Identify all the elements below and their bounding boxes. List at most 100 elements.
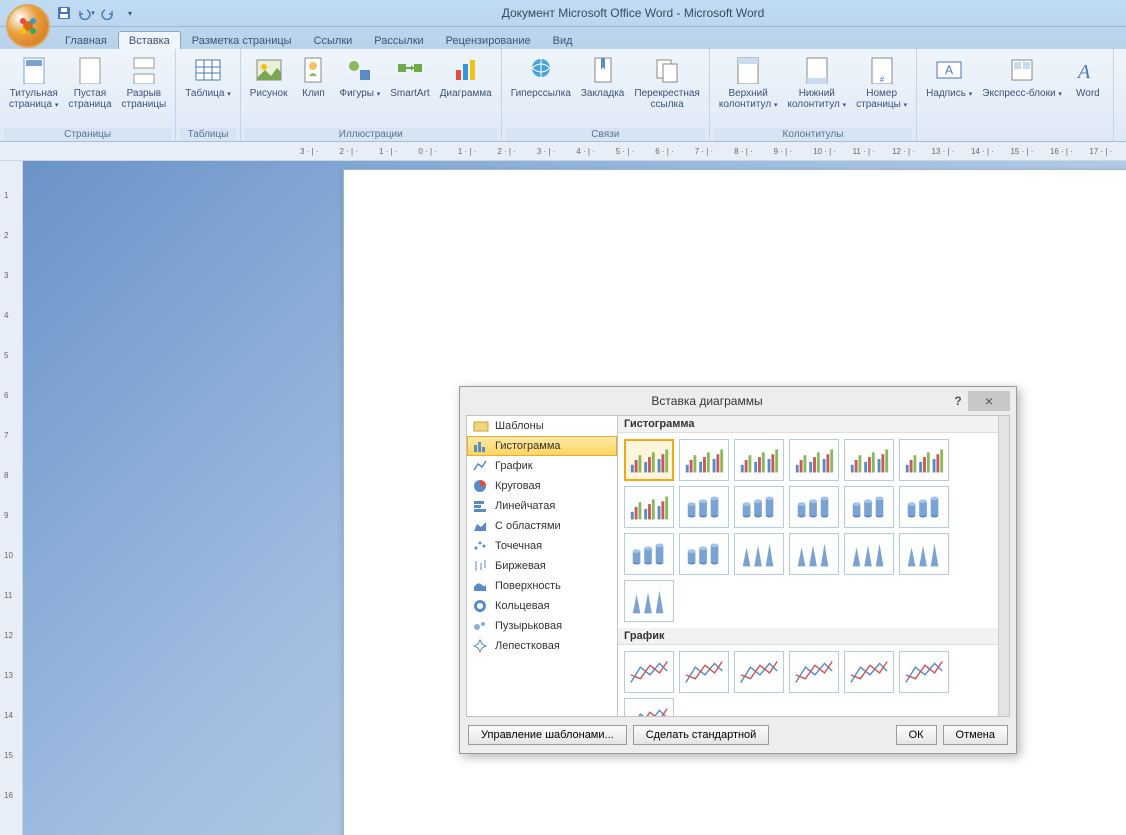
chart-thumb-Гистограмма-3[interactable] bbox=[789, 439, 839, 481]
category-label: Точечная bbox=[495, 540, 542, 552]
Диаграмма-icon bbox=[450, 54, 482, 86]
ribbon-btn-Верхний-колонтитул[interactable]: Верхнийколонтитул ▾ bbox=[714, 51, 783, 114]
chart-thumb-Гистограмма-8[interactable] bbox=[734, 486, 784, 528]
tab-Рецензирование[interactable]: Рецензирование bbox=[435, 31, 542, 49]
chart-thumb-Гистограмма-9[interactable] bbox=[789, 486, 839, 528]
Лепестковая-icon bbox=[473, 639, 489, 653]
category-Поверхность[interactable]: Поверхность bbox=[467, 576, 617, 596]
ribbon-btn-Фигуры[interactable]: Фигуры ▾ bbox=[334, 51, 385, 103]
Клип-icon bbox=[297, 54, 329, 86]
set-default-button[interactable]: Сделать стандартной bbox=[633, 725, 770, 745]
chart-thumb-График-0[interactable] bbox=[624, 651, 674, 693]
vertical-ruler[interactable]: 12345678910111213141516 bbox=[0, 161, 23, 835]
svg-text:A: A bbox=[1076, 61, 1091, 83]
chart-thumb-Гистограмма-10[interactable] bbox=[844, 486, 894, 528]
category-Шаблоны[interactable]: Шаблоны bbox=[467, 416, 617, 436]
gallery-section-Гистограмма: Гистограмма bbox=[618, 416, 998, 433]
svg-text:#: # bbox=[879, 75, 884, 84]
chart-thumb-График-4[interactable] bbox=[844, 651, 894, 693]
category-Биржевая[interactable]: Биржевая bbox=[467, 556, 617, 576]
chart-thumb-Гистограмма-6[interactable] bbox=[624, 486, 674, 528]
Закладка-icon bbox=[587, 54, 619, 86]
ribbon-btn-label: Перекрестнаяссылка bbox=[634, 88, 699, 110]
Word-icon: A bbox=[1072, 54, 1104, 86]
tab-Разметка страницы[interactable]: Разметка страницы bbox=[181, 31, 303, 49]
horizontal-ruler[interactable]: 3 · | · 2 · | · 1 · | · 0 · | · 1 · | · … bbox=[0, 142, 1126, 161]
category-label: Пузырьковая bbox=[495, 620, 562, 632]
chart-thumb-Гистограмма-0[interactable] bbox=[624, 439, 674, 481]
ribbon-btn-Титульная-страница[interactable]: Титульнаястраница ▾ bbox=[4, 51, 63, 114]
ribbon-btn-label: Word bbox=[1076, 88, 1100, 99]
chart-thumb-Гистограмма-4[interactable] bbox=[844, 439, 894, 481]
ribbon-btn-Перекрестная-ссылка[interactable]: Перекрестнаяссылка bbox=[629, 51, 704, 113]
chart-thumb-Гистограмма-11[interactable] bbox=[899, 486, 949, 528]
category-Лепестковая[interactable]: Лепестковая bbox=[467, 636, 617, 656]
ribbon-btn-Word[interactable]: A Word bbox=[1067, 51, 1109, 102]
category-Точечная[interactable]: Точечная bbox=[467, 536, 617, 556]
cancel-button[interactable]: Отмена bbox=[943, 725, 1008, 745]
Фигуры-icon bbox=[344, 54, 376, 86]
chart-thumb-График-1[interactable] bbox=[679, 651, 729, 693]
category-Гистограмма[interactable]: Гистограмма bbox=[467, 436, 617, 456]
category-Круговая[interactable]: Круговая bbox=[467, 476, 617, 496]
chart-thumb-Гистограмма-5[interactable] bbox=[899, 439, 949, 481]
Верхний-icon bbox=[732, 54, 764, 86]
ribbon-btn-Нижний-колонтитул[interactable]: Нижнийколонтитул ▾ bbox=[782, 51, 851, 114]
chart-thumb-Гистограмма-13[interactable] bbox=[679, 533, 729, 575]
ribbon-group-Иллюстрации: РисунокКлипФигуры ▾SmartArtДиаграммаИллю… bbox=[241, 49, 502, 141]
ribbon-btn-Разрыв-страницы[interactable]: Разрывстраницы bbox=[117, 51, 172, 113]
undo-button[interactable]: ▾ bbox=[76, 3, 96, 23]
chart-thumb-Гистограмма-7[interactable] bbox=[679, 486, 729, 528]
chart-thumb-Гистограмма-2[interactable] bbox=[734, 439, 784, 481]
close-button[interactable]: × bbox=[968, 391, 1010, 411]
ribbon-btn-label: Закладка bbox=[581, 88, 624, 99]
ribbon-btn-label: Фигуры ▾ bbox=[339, 88, 380, 100]
workspace: 12345678910111213141516 Вставка диаграмм… bbox=[0, 161, 1126, 835]
ribbon-btn-Гиперссылка[interactable]: Гиперссылка bbox=[506, 51, 576, 102]
chart-thumb-Гистограмма-16[interactable] bbox=[844, 533, 894, 575]
ribbon-btn-SmartArt[interactable]: SmartArt bbox=[385, 51, 434, 102]
ribbon-btn-Номер-страницы[interactable]: #Номерстраницы ▾ bbox=[851, 51, 912, 114]
Таблица-icon bbox=[192, 54, 224, 86]
chart-thumb-Гистограмма-18[interactable] bbox=[624, 580, 674, 622]
ribbon-btn-Таблица[interactable]: Таблица ▾ bbox=[180, 51, 236, 103]
office-button[interactable] bbox=[6, 4, 50, 48]
ribbon-btn-Закладка[interactable]: Закладка bbox=[576, 51, 629, 102]
chart-thumb-График-5[interactable] bbox=[899, 651, 949, 693]
ribbon-btn-Пустая-страница[interactable]: Пустаястраница bbox=[63, 51, 116, 113]
chart-thumb-Гистограмма-12[interactable] bbox=[624, 533, 674, 575]
chart-thumb-Гистограмма-14[interactable] bbox=[734, 533, 784, 575]
ribbon-btn-Диаграмма[interactable]: Диаграмма bbox=[435, 51, 497, 102]
qat-customize[interactable]: ▾ bbox=[120, 3, 140, 23]
ribbon-btn-Рисунок[interactable]: Рисунок bbox=[245, 51, 293, 102]
redo-button[interactable] bbox=[98, 3, 118, 23]
ribbon-btn-Экспресс-блоки[interactable]: Экспресс-блоки ▾ bbox=[977, 51, 1067, 103]
chart-thumb-График-6[interactable] bbox=[624, 698, 674, 716]
save-button[interactable] bbox=[54, 3, 74, 23]
dialog-titlebar: Вставка диаграммы ? × bbox=[460, 387, 1016, 415]
category-Кольцевая[interactable]: Кольцевая bbox=[467, 596, 617, 616]
category-Линейчатая[interactable]: Линейчатая bbox=[467, 496, 617, 516]
Надпись-icon: A bbox=[933, 54, 965, 86]
chart-thumb-График-2[interactable] bbox=[734, 651, 784, 693]
manage-templates-button[interactable]: Управление шаблонами... bbox=[468, 725, 627, 745]
category-График[interactable]: График bbox=[467, 456, 617, 476]
help-button[interactable]: ? bbox=[948, 394, 968, 408]
ribbon-btn-Надпись[interactable]: AНадпись ▾ bbox=[921, 51, 977, 103]
tab-Вставка[interactable]: Вставка bbox=[118, 31, 181, 49]
ok-button[interactable]: ОК bbox=[896, 725, 937, 745]
tab-Вид[interactable]: Вид bbox=[542, 31, 584, 49]
chart-thumb-Гистограмма-17[interactable] bbox=[899, 533, 949, 575]
ribbon-btn-Клип[interactable]: Клип bbox=[292, 51, 334, 102]
group-label: Таблицы bbox=[180, 128, 236, 141]
chart-thumb-Гистограмма-1[interactable] bbox=[679, 439, 729, 481]
chart-thumb-Гистограмма-15[interactable] bbox=[789, 533, 839, 575]
category-С областями[interactable]: С областями bbox=[467, 516, 617, 536]
tab-Главная[interactable]: Главная bbox=[54, 31, 118, 49]
category-Пузырьковая[interactable]: Пузырьковая bbox=[467, 616, 617, 636]
tab-Рассылки[interactable]: Рассылки bbox=[363, 31, 434, 49]
tab-Ссылки[interactable]: Ссылки bbox=[303, 31, 364, 49]
ribbon-btn-label: Разрывстраницы bbox=[122, 88, 167, 110]
gallery-scrollbar[interactable] bbox=[998, 416, 1009, 716]
chart-thumb-График-3[interactable] bbox=[789, 651, 839, 693]
